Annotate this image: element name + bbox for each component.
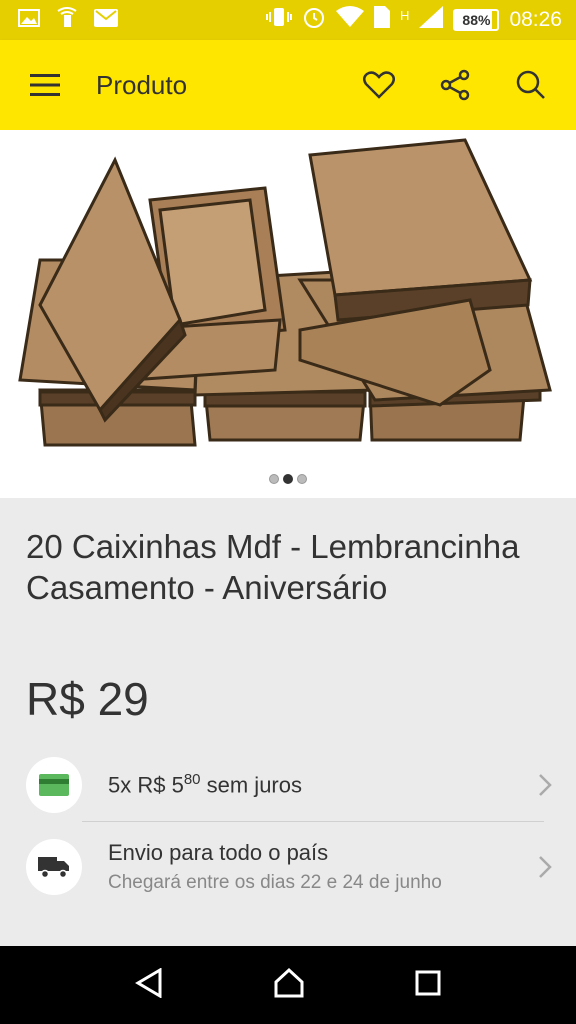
wifi-icon <box>336 6 365 34</box>
installments-row[interactable]: 5x R$ 580 sem juros <box>0 756 576 814</box>
gallery-pagination <box>0 474 576 484</box>
credit-card-icon <box>39 774 69 796</box>
chevron-right-icon <box>539 856 552 878</box>
home-icon <box>274 967 304 997</box>
battery-icon: 88% <box>453 9 500 31</box>
gallery-dot[interactable] <box>297 474 307 484</box>
shipping-text: Envio para todo o país Chegará entre os … <box>108 840 442 894</box>
recents-square-icon <box>415 970 441 995</box>
shipping-subtitle: Chegará entre os dias 22 e 24 de junho <box>108 872 442 893</box>
shipping-row[interactable]: Envio para todo o país Chegará entre os … <box>0 836 576 898</box>
divider <box>82 821 544 822</box>
network-type-label: H <box>400 7 410 23</box>
gallery-dot[interactable] <box>269 474 279 484</box>
sim-icon <box>374 6 391 34</box>
product-image <box>18 138 552 447</box>
alarm-icon <box>302 5 326 35</box>
search-icon <box>516 70 545 99</box>
shipping-title: Envio para todo o país <box>108 840 329 865</box>
product-image-gallery[interactable] <box>0 130 576 498</box>
share-icon <box>440 69 470 101</box>
app-bar: Produto <box>0 40 576 130</box>
installments-cents: 80 <box>183 771 201 789</box>
menu-button[interactable] <box>16 56 74 114</box>
installments-prefix: 5x R$ 5 <box>108 772 184 798</box>
vibrate-icon <box>266 6 293 34</box>
signal-icon <box>419 6 444 34</box>
share-button[interactable] <box>430 60 480 110</box>
search-button[interactable] <box>506 60 556 110</box>
installments-text: 5x R$ 580 sem juros <box>108 771 302 798</box>
hamburger-icon <box>30 74 60 96</box>
favorite-button[interactable] <box>354 60 404 110</box>
hotspot-notification-icon <box>54 6 80 34</box>
system-navigation-bar <box>0 946 576 1024</box>
mail-notification-icon <box>94 8 118 32</box>
clock: 08:26 <box>509 8 562 31</box>
recents-button[interactable] <box>415 970 441 1001</box>
page-title: Produto <box>96 69 188 100</box>
status-bar: H 88% 08:26 <box>0 0 576 40</box>
battery-level: 88% <box>462 12 491 28</box>
payment-icon-circle <box>26 757 82 813</box>
home-button[interactable] <box>273 967 305 1004</box>
back-button[interactable] <box>135 966 163 1003</box>
truck-icon <box>38 857 69 879</box>
shipping-icon-circle <box>26 839 82 895</box>
product-title: 20 Caixinhas Mdf - Lembrancinha Casament… <box>26 528 520 606</box>
image-notification-icon <box>18 8 40 32</box>
back-triangle-icon <box>135 966 162 999</box>
gallery-dot-active[interactable] <box>283 474 293 484</box>
installments-suffix: sem juros <box>200 772 302 798</box>
product-price: R$ 29 <box>26 673 149 725</box>
chevron-right-icon <box>539 774 552 796</box>
heart-icon <box>363 71 395 99</box>
